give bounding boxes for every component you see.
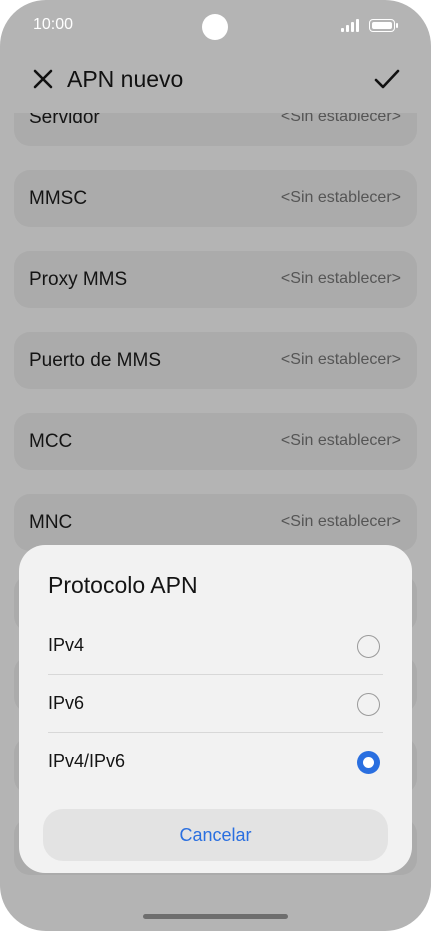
settings-row-mmsc[interactable]: MMSC <Sin establecer>	[14, 170, 417, 227]
cancel-button[interactable]: Cancelar	[43, 809, 388, 861]
option-ipv4-ipv6[interactable]: IPv4/IPv6	[48, 733, 383, 791]
radio-button[interactable]	[357, 635, 380, 658]
option-label: IPv4/IPv6	[48, 751, 126, 771]
signal-icon	[341, 18, 363, 32]
row-value: <Sin establecer>	[280, 189, 401, 206]
settings-row-servidor[interactable]: Servidor <Sin establecer>	[14, 113, 417, 146]
status-time: 10:00	[33, 16, 74, 33]
home-indicator[interactable]	[143, 914, 288, 919]
settings-row-mcc[interactable]: MCC <Sin establecer>	[14, 413, 417, 470]
radio-button-selected[interactable]	[357, 751, 380, 774]
row-value: <Sin establecer>	[280, 113, 401, 125]
settings-row-mms-port[interactable]: Puerto de MMS <Sin establecer>	[14, 332, 417, 389]
option-ipv6[interactable]: IPv6	[48, 675, 383, 733]
app-header: APN nuevo	[0, 52, 431, 112]
row-label: Proxy MMS	[29, 269, 128, 290]
row-value: <Sin establecer>	[280, 351, 401, 368]
settings-row-mnc[interactable]: MNC <Sin establecer>	[14, 494, 417, 551]
row-value: <Sin establecer>	[280, 513, 401, 530]
dialog-title: Protocolo APN	[48, 572, 198, 598]
apn-protocol-dialog: Protocolo APN IPv4 IPv6 IPv4/IPv6 Cancel…	[19, 545, 412, 873]
close-icon[interactable]	[28, 64, 58, 94]
row-label: Puerto de MMS	[29, 350, 161, 371]
option-ipv4[interactable]: IPv4	[48, 617, 383, 675]
battery-icon	[369, 19, 398, 32]
page-title: APN nuevo	[67, 66, 184, 92]
radio-button[interactable]	[357, 693, 380, 716]
row-value: <Sin establecer>	[280, 432, 401, 449]
row-label: Servidor	[29, 113, 100, 128]
check-icon[interactable]	[372, 64, 402, 94]
row-value: <Sin establecer>	[280, 270, 401, 287]
option-label: IPv4	[48, 635, 85, 655]
settings-row-proxy-mms[interactable]: Proxy MMS <Sin establecer>	[14, 251, 417, 308]
front-camera	[202, 14, 228, 40]
row-label: MNC	[29, 512, 73, 533]
row-label: MMSC	[29, 188, 88, 209]
option-label: IPv6	[48, 693, 85, 713]
phone-screen: 10:00 APN nuevo Servidor <Sin establecer…	[0, 0, 431, 931]
row-label: MCC	[29, 431, 73, 452]
